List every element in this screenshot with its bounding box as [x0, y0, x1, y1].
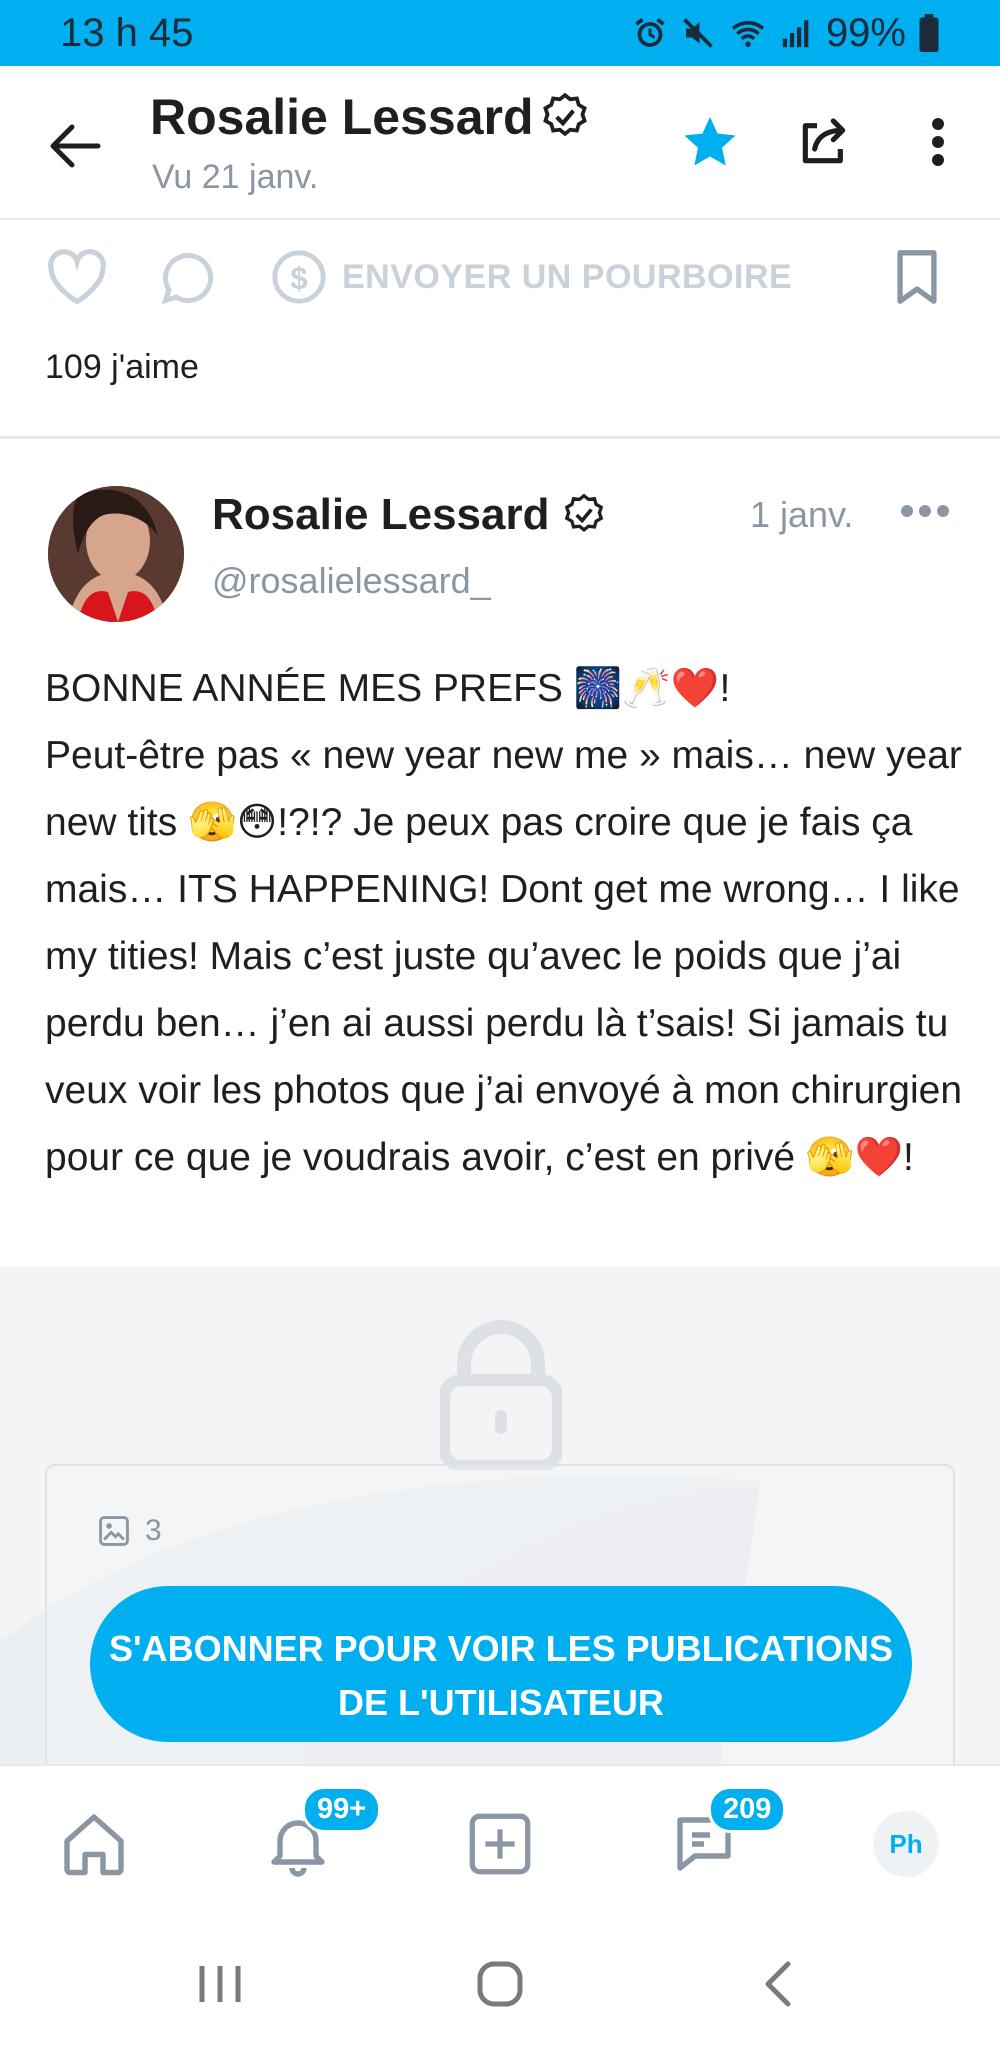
- avatar-image: [48, 486, 184, 622]
- post-more-button[interactable]: [900, 504, 950, 523]
- home-circle-icon: [477, 1961, 523, 2007]
- back-button[interactable]: [40, 116, 110, 176]
- alarm-icon: [635, 18, 665, 47]
- page-title-text: Rosalie Lessard: [150, 89, 534, 145]
- more-options-button[interactable]: [906, 110, 970, 174]
- more-horizontal-icon: [901, 505, 949, 517]
- share-icon: [802, 118, 846, 164]
- likes-count[interactable]: 109 j'aime: [45, 348, 199, 387]
- kebab-menu-icon: [932, 118, 944, 166]
- status-time: 13 h 45: [60, 10, 194, 55]
- share-button[interactable]: [792, 110, 856, 174]
- status-bar: 13 h 45 99%: [0, 0, 1000, 66]
- comment-bubble-icon: [161, 252, 214, 305]
- add-square-icon: [469, 1813, 531, 1875]
- svg-text:$: $: [290, 261, 308, 296]
- battery-icon: [919, 14, 939, 52]
- bookmark-button[interactable]: [892, 248, 942, 306]
- signal-icon: [782, 20, 809, 48]
- nav-messages[interactable]: 209: [654, 1786, 787, 1894]
- post-date: 1 janv.: [750, 494, 854, 535]
- recent-apps-button[interactable]: [196, 1960, 244, 2013]
- post-text: BONNE ANNÉE MES PREFS 🎆🥂❤️! Peut-être pa…: [45, 667, 963, 1179]
- top-bar: Rosalie Lessard Vu 21 janv.: [0, 66, 1000, 220]
- locked-card: 3 S'ABONNER POUR VOIR LES PUBLICATIONS D…: [45, 1464, 955, 1766]
- chevron-left-icon: [765, 1961, 791, 2007]
- author-avatar[interactable]: [48, 486, 184, 622]
- favorite-button[interactable]: [678, 110, 742, 174]
- profile-avatar: Ph: [873, 1811, 939, 1877]
- media-count: 3: [97, 1514, 162, 1548]
- nav-notifications[interactable]: 99+: [248, 1786, 382, 1894]
- post-actions: $ ENVOYER UN POURBOIRE: [0, 222, 1000, 342]
- send-tip-label: ENVOYER UN POURBOIRE: [342, 257, 793, 296]
- post-author[interactable]: Rosalie Lessard: [212, 490, 606, 540]
- section-divider: [0, 436, 1000, 439]
- post-handle[interactable]: @rosalielessard_: [212, 560, 491, 602]
- heart-icon: [48, 249, 106, 305]
- image-icon: [99, 1516, 129, 1546]
- verified-icon: [542, 92, 587, 137]
- mute-icon: [683, 18, 713, 48]
- recent-apps-icon: [199, 1966, 241, 2002]
- media-count-value: 3: [145, 1514, 162, 1547]
- star-icon: [684, 117, 736, 166]
- notifications-badge: 99+: [302, 1786, 382, 1833]
- bookmark-icon: [897, 250, 937, 304]
- comment-button[interactable]: [158, 248, 218, 308]
- nav-profile[interactable]: Ph: [856, 1794, 956, 1894]
- dollar-circle-icon: $: [272, 250, 326, 304]
- home-system-button[interactable]: [476, 1960, 524, 2013]
- like-button[interactable]: [46, 248, 108, 306]
- arrow-left-icon: [50, 124, 101, 168]
- post-author-name: Rosalie Lessard: [212, 490, 550, 539]
- battery-percent: 99%: [825, 10, 906, 55]
- lock-icon: [440, 1320, 562, 1470]
- status-icons: 99%: [632, 11, 940, 56]
- home-icon: [64, 1814, 124, 1876]
- header-actions: [678, 110, 970, 174]
- subscribe-button[interactable]: S'ABONNER POUR VOIR LES PUBLICATIONS DE …: [90, 1586, 912, 1742]
- send-tip-button[interactable]: $ ENVOYER UN POURBOIRE: [270, 248, 792, 306]
- page-title: Rosalie Lessard: [150, 88, 590, 146]
- last-seen: Vu 21 janv.: [152, 158, 319, 196]
- verified-icon: [564, 493, 603, 532]
- locked-content: 3 S'ABONNER POUR VOIR LES PUBLICATIONS D…: [0, 1266, 1000, 1766]
- bottom-nav: 99+ 209 Ph: [0, 1764, 1000, 1916]
- nav-home[interactable]: [44, 1794, 144, 1894]
- system-navigation: [0, 1916, 1000, 2056]
- nav-create-post[interactable]: [450, 1794, 550, 1894]
- messages-badge: 209: [708, 1786, 787, 1833]
- system-back-button[interactable]: [758, 1960, 798, 2013]
- wifi-icon: [731, 21, 765, 47]
